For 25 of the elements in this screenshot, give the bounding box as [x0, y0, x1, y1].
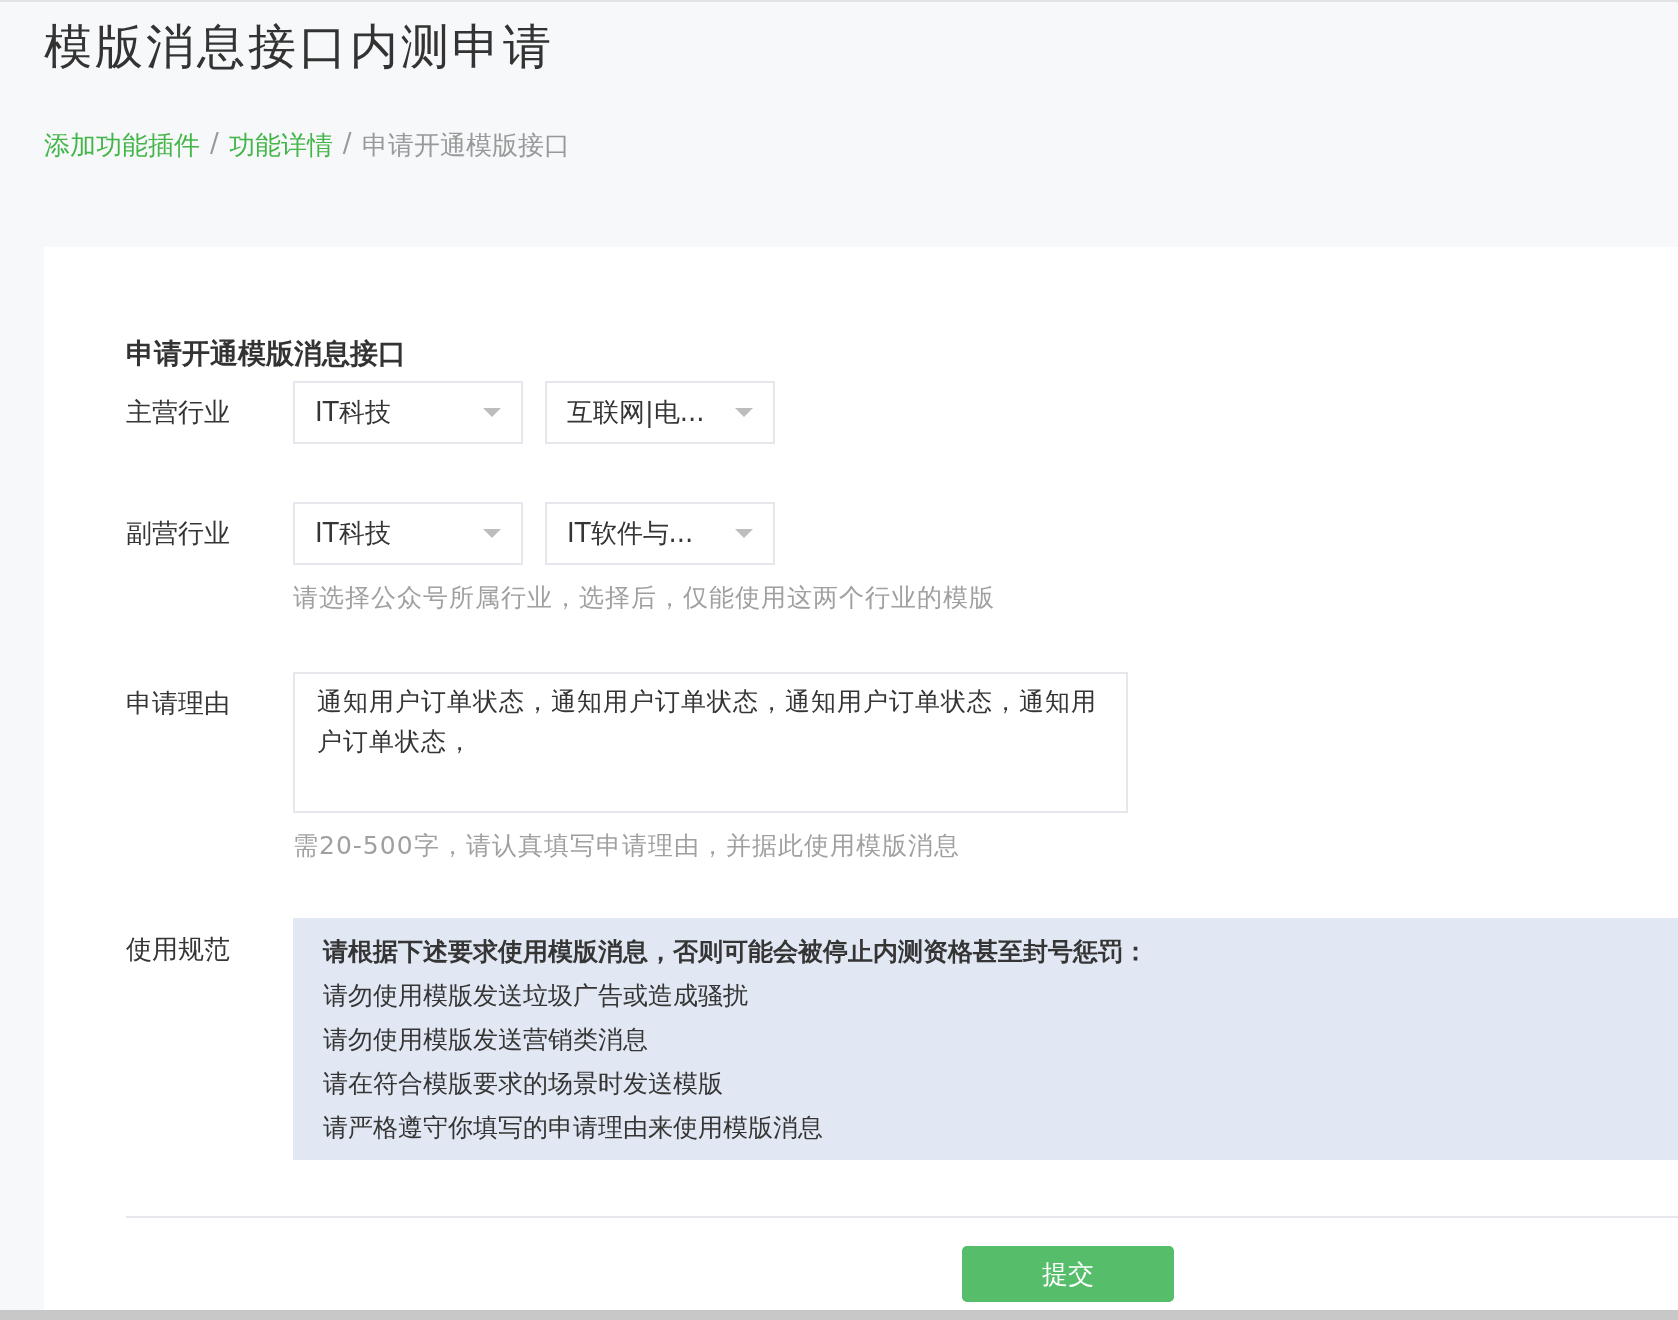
field-hint: 请选择公众号所属行业，选择后，仅能使用这两个行业的模版 [293, 582, 996, 614]
field-label: 主营行业 [126, 396, 231, 429]
form-title: 申请开通模版消息接口 [126, 336, 407, 372]
breadcrumb-separator: / [210, 128, 219, 160]
dropdown[interactable]: IT科技 [293, 502, 523, 565]
dropdown[interactable]: IT软件与... [545, 502, 775, 565]
notice-item: 请在符合模版要求的场景时发送模版 [323, 1068, 724, 1100]
notice-item: 请勿使用模版发送垃圾广告或造成骚扰 [323, 980, 749, 1012]
reason-field[interactable]: 通知用户订单状态，通知用户订单状态，通知用户订单状态，通知用户订单状态， [293, 672, 1128, 813]
caret-icon [735, 529, 753, 538]
caret-icon [483, 408, 501, 417]
breadcrumb-current: 申请开通模版接口 [361, 129, 570, 162]
caret-icon [483, 529, 501, 538]
page-title: 模版消息接口内测申请 [44, 17, 555, 76]
field-label: 申请理由 [126, 687, 231, 720]
dropdown[interactable]: 互联网|电... [545, 381, 775, 444]
notice-item: 请严格遵守你填写的申请理由来使用模版消息 [323, 1112, 824, 1144]
field-label: 使用规范 [126, 933, 231, 966]
field-label: 副营行业 [126, 517, 231, 550]
field-hint: 需20-500字，请认真填写申请理由，并据此使用模版消息 [293, 830, 961, 862]
caret-icon [735, 408, 753, 417]
notice-item: 请勿使用模版发送营销类消息 [323, 1024, 649, 1056]
notice-heading: 请根据下述要求使用模版消息，否则可能会被停止内测资格甚至封号惩罚： [323, 936, 1149, 968]
breadcrumb-separator: / [342, 128, 352, 160]
dropdown[interactable]: IT科技 [293, 381, 523, 444]
